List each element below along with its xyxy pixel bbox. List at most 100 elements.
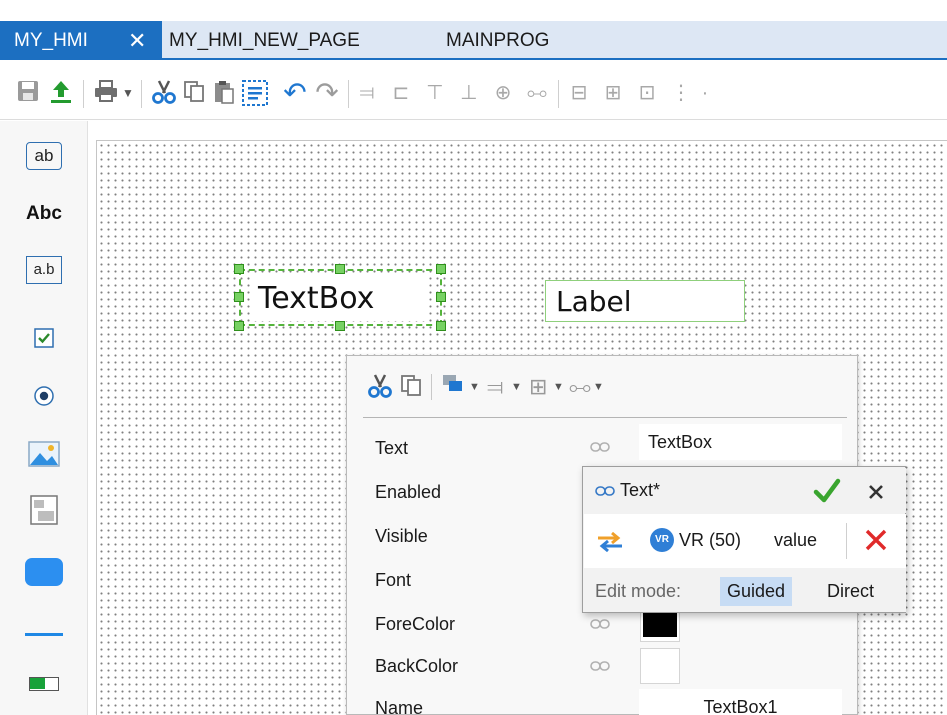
binding-popup-body: VR VR (50) value	[584, 514, 906, 568]
binding-field[interactable]: value	[774, 530, 817, 551]
toolbar-separator	[141, 80, 142, 108]
center-vertical-icon[interactable]: ⊕	[490, 79, 516, 107]
textbox-tool-icon: ab	[26, 142, 62, 170]
property-label-visible: Visible	[375, 526, 428, 546]
toolbar-separator	[431, 374, 432, 400]
image-icon	[28, 441, 60, 467]
canvas-textbox[interactable]: TextBox	[239, 269, 442, 326]
remove-binding-icon[interactable]	[864, 528, 888, 552]
swap-direction-icon[interactable]	[596, 532, 624, 552]
paste-icon[interactable]	[210, 79, 238, 107]
resize-handle-sw[interactable]	[234, 321, 244, 331]
close-icon[interactable]	[867, 483, 885, 501]
align-top-icon[interactable]: ⊤	[422, 79, 448, 107]
vr-source-icon: VR	[650, 528, 674, 552]
copy-icon[interactable]	[180, 79, 208, 107]
cut-icon[interactable]	[150, 79, 178, 107]
input-tool-icon: a.b	[26, 256, 62, 284]
cut-icon[interactable]	[367, 373, 393, 406]
label-tool[interactable]: Abc	[24, 198, 64, 230]
dropdown-arrow-icon[interactable]: ▼	[553, 373, 564, 401]
edit-mode-direct[interactable]: Direct	[820, 577, 881, 606]
property-label-text: Text	[375, 438, 409, 458]
textbox-tool[interactable]: ab	[24, 140, 64, 172]
align-left-icon[interactable]: ⫤	[487, 373, 504, 401]
input-tool[interactable]: a.b	[24, 254, 64, 286]
resize-handle-nw[interactable]	[234, 264, 244, 274]
toolbar-separator	[558, 80, 559, 108]
label-tool-label: Abc	[26, 203, 62, 224]
property-label-enabled: Enabled	[375, 482, 442, 502]
same-size-icon[interactable]: ⊞	[529, 373, 547, 401]
toolbar-separator	[83, 80, 84, 108]
resize-handle-ne[interactable]	[436, 264, 446, 274]
align-left-icon[interactable]: ⫤	[354, 79, 380, 107]
property-label-backcolor: BackColor	[375, 656, 459, 676]
link-icon[interactable]	[590, 660, 610, 672]
progressbar-tool[interactable]	[24, 668, 64, 700]
undo-icon[interactable]: ↶	[280, 79, 310, 107]
property-label-font: Font	[375, 570, 412, 590]
resize-handle-e[interactable]	[436, 292, 446, 302]
resize-handle-s[interactable]	[335, 321, 345, 331]
align-bottom-icon[interactable]: ⊥	[456, 79, 482, 107]
dropdown-arrow-icon[interactable]: ▼	[593, 373, 604, 401]
radiobutton-icon	[34, 386, 54, 406]
checkbox-tool[interactable]	[24, 322, 64, 354]
print-icon[interactable]	[92, 79, 120, 107]
link-icon[interactable]	[590, 618, 610, 630]
align-center-icon[interactable]: ⊏	[388, 79, 414, 107]
binding-title: Text*	[620, 480, 661, 500]
edit-mode-label: Edit mode:	[595, 581, 682, 601]
separator	[846, 523, 847, 559]
confirm-icon[interactable]	[813, 478, 841, 504]
same-height-icon[interactable]: ⊞	[600, 79, 626, 107]
panel-icon	[30, 495, 58, 525]
image-tool[interactable]	[24, 438, 64, 470]
copy-icon[interactable]	[399, 373, 423, 404]
link-icon[interactable]	[590, 441, 610, 453]
distribute-icon[interactable]: ⧟	[569, 373, 591, 401]
more-icon[interactable]: ·	[698, 79, 712, 107]
same-width-icon[interactable]: ⊟	[566, 79, 592, 107]
toolbar-divider	[363, 417, 847, 418]
layer-order-icon[interactable]	[441, 373, 467, 402]
dropdown-arrow-icon[interactable]: ▼	[511, 373, 522, 401]
tab-my-hmi-new-page[interactable]: MY_HMI_NEW_PAGE	[169, 21, 360, 60]
checkbox-icon	[34, 328, 54, 348]
redo-icon[interactable]: ↷	[312, 79, 342, 107]
tab-my-hmi[interactable]: MY_HMI ✕	[0, 21, 162, 60]
resize-handle-n[interactable]	[335, 264, 345, 274]
dropdown-arrow-icon[interactable]: ▼	[121, 79, 135, 107]
property-value-text[interactable]: TextBox	[639, 424, 842, 460]
tab-label: MY_HMI_NEW_PAGE	[169, 30, 360, 51]
property-label-name: Name	[375, 698, 424, 715]
property-value-name[interactable]: TextBox1	[639, 689, 842, 715]
binding-variable[interactable]: VR (50)	[679, 530, 741, 551]
panel-tool[interactable]	[24, 494, 64, 526]
edit-mode-guided[interactable]: Guided	[720, 577, 793, 606]
line-tool[interactable]	[24, 618, 64, 650]
close-icon[interactable]: ✕	[128, 21, 146, 60]
button-tool[interactable]	[24, 556, 64, 588]
resize-handle-w[interactable]	[234, 292, 244, 302]
binding-popup: Text* VR VR (50) value Edit mode: Guided…	[582, 466, 906, 613]
save-icon[interactable]	[14, 79, 42, 107]
backcolor-swatch[interactable]	[640, 648, 680, 684]
resize-handle-se[interactable]	[436, 321, 446, 331]
textbox-tool-label: ab	[34, 146, 54, 165]
distribute-icon[interactable]: ⋮	[668, 79, 694, 107]
select-all-icon[interactable]	[240, 79, 270, 107]
dropdown-arrow-icon[interactable]: ▼	[469, 373, 480, 401]
same-size-icon[interactable]: ⊡	[634, 79, 660, 107]
progressbar-icon	[29, 677, 59, 691]
property-label-forecolor: ForeColor	[375, 614, 456, 634]
main-toolbar: ▼ ↶ ↷ ⫤ ⊏ ⊤ ⊥ ⊕ ⧟ ⊟ ⊞ ⊡ ⋮ ·	[0, 62, 947, 120]
center-horizontal-icon[interactable]: ⧟	[524, 79, 550, 107]
tab-mainprog[interactable]: MAINPROG	[446, 21, 549, 60]
canvas-label[interactable]: Label	[545, 280, 745, 322]
progressbar-fill	[30, 678, 45, 689]
radiobutton-tool[interactable]	[24, 380, 64, 412]
input-tool-label: a.b	[33, 261, 55, 278]
upload-icon[interactable]	[47, 79, 75, 107]
